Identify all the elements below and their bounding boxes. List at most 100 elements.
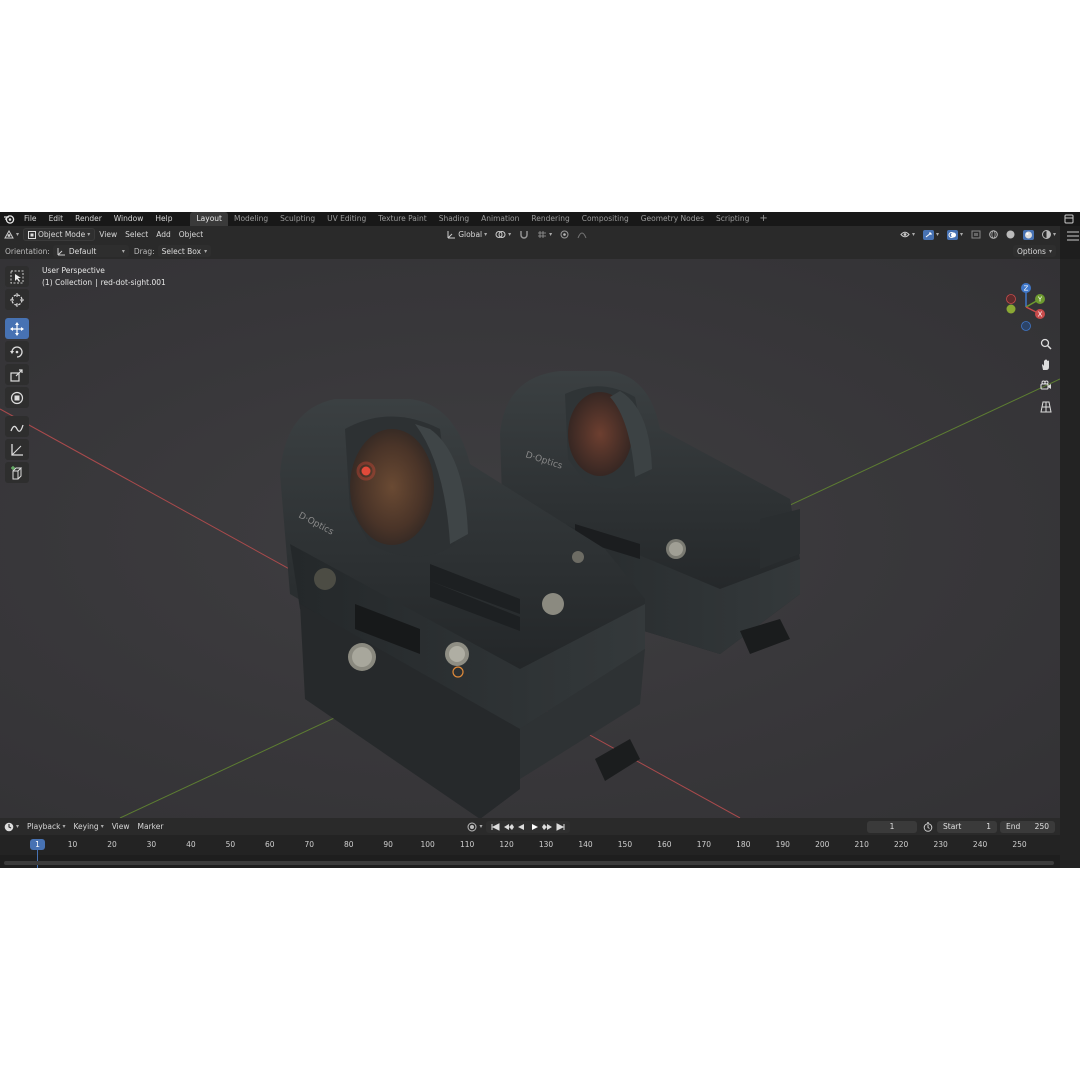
chevron-down-icon: ▾ <box>479 823 483 830</box>
annotate-tool[interactable] <box>5 416 29 437</box>
gizmo-neg-y-axis[interactable] <box>1006 304 1016 314</box>
overlays-toggle[interactable]: ▾ <box>943 228 967 241</box>
transform-orientation-dropdown[interactable]: Global ▾ <box>443 228 491 241</box>
gizmo-y-label: Y <box>1037 296 1043 304</box>
wireframe-sphere-icon <box>989 230 998 239</box>
select-cursor-icon <box>10 270 24 283</box>
timeline-scrollbar[interactable] <box>4 861 1054 865</box>
start-frame-field[interactable]: Start 1 <box>937 820 997 833</box>
object-mode-dropdown[interactable]: Object Mode ▾ <box>23 228 96 241</box>
current-frame-field[interactable]: 1 <box>867 820 917 833</box>
timeline-tick-label: 110 <box>459 840 475 849</box>
marker-menu[interactable]: Marker <box>134 822 168 831</box>
tab-texture-paint[interactable]: Texture Paint <box>372 212 432 226</box>
orientation-label: Orientation: <box>5 246 50 256</box>
end-frame-field[interactable]: End 250 <box>1000 820 1055 833</box>
tab-animation[interactable]: Animation <box>475 212 525 226</box>
snap-target-dropdown[interactable]: ▾ <box>533 228 556 241</box>
options-dropdown[interactable]: Options ▾ <box>1013 245 1056 257</box>
jump-to-keyframe-back-icon[interactable] <box>502 822 515 832</box>
timeline-tick-label: 220 <box>894 840 909 849</box>
playback-menu[interactable]: Playback ▾ <box>23 822 69 831</box>
select-menu[interactable]: Select <box>121 228 152 241</box>
gizmo-toggle[interactable]: ▾ <box>919 228 943 241</box>
view-perspective-label: User Perspective <box>42 266 105 275</box>
proportional-falloff-dropdown[interactable] <box>573 228 591 241</box>
timeline-tick-label: 60 <box>265 840 275 849</box>
outliner-filter-icon[interactable] <box>1066 230 1080 242</box>
menu-render[interactable]: Render <box>69 212 108 226</box>
shading-rendered-button[interactable]: ▾ <box>1038 228 1060 241</box>
tab-geometry-nodes[interactable]: Geometry Nodes <box>635 212 710 226</box>
editor-type-button[interactable]: ▾ <box>0 228 23 241</box>
add-cube-tool[interactable] <box>5 462 29 483</box>
current-frame-marker[interactable]: 1 <box>30 839 45 850</box>
tab-layout[interactable]: Layout <box>190 212 228 226</box>
options-label: Options <box>1017 246 1046 256</box>
visibility-dropdown[interactable]: ▾ <box>896 228 919 241</box>
timeline-view-menu[interactable]: View <box>108 822 134 831</box>
xray-toggle[interactable] <box>967 228 985 241</box>
tab-compositing[interactable]: Compositing <box>576 212 635 226</box>
tab-sculpting[interactable]: Sculpting <box>274 212 321 226</box>
orientation-dropdown[interactable]: Default ▾ <box>52 245 129 257</box>
play-reverse-icon[interactable] <box>515 822 528 832</box>
zoom-button[interactable] <box>1036 335 1056 353</box>
collection-label: (1) Collection <box>42 278 93 287</box>
pivot-point-dropdown[interactable]: ▾ <box>491 228 515 241</box>
auto-keying-toggle[interactable]: ▾ <box>463 822 486 832</box>
timeline-ruler[interactable]: 1 10 20 30 40 50 60 70 80 90 100 110 120 130 140 150 16… <box>0 835 1060 855</box>
chevron-down-icon: ▾ <box>62 823 66 830</box>
tab-modeling[interactable]: Modeling <box>228 212 274 226</box>
menu-help[interactable]: Help <box>149 212 178 226</box>
pan-button[interactable] <box>1036 356 1056 374</box>
shading-material-button[interactable] <box>1019 228 1038 241</box>
timeline-editor-type-button[interactable]: ▾ <box>0 822 23 832</box>
start-label: Start <box>943 822 962 831</box>
chevron-down-icon: ▾ <box>16 231 20 238</box>
camera-view-button[interactable] <box>1036 377 1056 395</box>
transform-tool[interactable] <box>5 387 29 408</box>
scene-selector-icon[interactable] <box>1062 213 1076 225</box>
jump-to-keyframe-forward-icon[interactable] <box>541 822 554 832</box>
snap-toggle[interactable] <box>515 228 533 241</box>
jump-to-start-icon[interactable] <box>489 822 502 832</box>
chevron-down-icon: ▾ <box>959 231 963 238</box>
gizmo-neg-z-axis[interactable] <box>1021 321 1031 331</box>
menu-edit[interactable]: Edit <box>43 212 70 226</box>
3d-viewport[interactable]: D·Optics D·Optics User Perspective (1) C… <box>0 259 1060 818</box>
drag-dropdown[interactable]: Select Box ▾ <box>157 245 212 257</box>
tab-scripting[interactable]: Scripting <box>710 212 755 226</box>
perspective-toggle-button[interactable] <box>1036 398 1056 416</box>
menu-window[interactable]: Window <box>108 212 150 226</box>
play-icon[interactable] <box>528 822 541 832</box>
rotate-tool[interactable] <box>5 341 29 362</box>
scale-tool[interactable] <box>5 364 29 385</box>
keying-menu[interactable]: Keying ▾ <box>70 822 108 831</box>
add-cube-icon <box>11 465 23 479</box>
shading-solid-button[interactable] <box>1002 228 1019 241</box>
view-menu[interactable]: View <box>95 228 121 241</box>
move-tool[interactable] <box>5 318 29 339</box>
end-value: 250 <box>1034 822 1049 831</box>
add-workspace-button[interactable]: + <box>755 212 771 226</box>
tab-rendering[interactable]: Rendering <box>525 212 575 226</box>
measure-tool[interactable] <box>5 439 29 460</box>
gizmo-neg-x-axis[interactable] <box>1006 294 1016 304</box>
chevron-down-icon: ▾ <box>16 823 20 830</box>
object-menu[interactable]: Object <box>175 228 207 241</box>
add-menu[interactable]: Add <box>152 228 175 241</box>
jump-to-end-icon[interactable] <box>554 822 567 832</box>
proportional-editing-toggle[interactable] <box>556 228 573 241</box>
navigation-gizmo[interactable]: Z Y X <box>1000 279 1056 335</box>
cursor-tool[interactable] <box>5 289 29 310</box>
use-preview-range-icon[interactable] <box>921 821 935 832</box>
blender-logo-icon[interactable] <box>0 212 18 226</box>
timeline-tick-label: 160 <box>657 840 672 849</box>
timeline-tick-label: 30 <box>146 840 157 849</box>
tab-shading[interactable]: Shading <box>433 212 475 226</box>
shading-wireframe-button[interactable] <box>985 228 1002 241</box>
tab-uv-editing[interactable]: UV Editing <box>321 212 372 226</box>
menu-file[interactable]: File <box>18 212 43 226</box>
select-box-tool[interactable] <box>5 266 29 287</box>
